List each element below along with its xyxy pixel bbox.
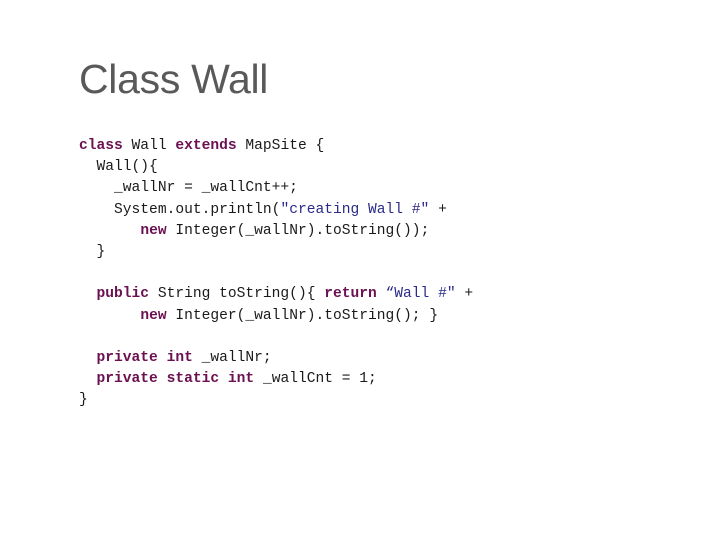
- code-keyword: new: [140, 307, 167, 324]
- code-keyword: int: [166, 349, 193, 366]
- code-line: new Integer(_wallNr).toString());: [79, 221, 473, 242]
- code-text: }: [79, 392, 88, 409]
- code-line: _wallNr = _wallCnt++;: [79, 178, 473, 199]
- slide-title: Class Wall: [79, 56, 269, 102]
- code-text: _wallNr = _wallCnt++;: [79, 180, 298, 197]
- code-line: new Integer(_wallNr).toString(); }: [79, 306, 473, 327]
- code-keyword: return: [324, 286, 377, 303]
- code-text: Wall: [122, 138, 176, 154]
- code-keyword: private: [96, 371, 158, 388]
- code-line: private static int _wallCnt = 1;: [79, 369, 473, 390]
- code-text: _wallNr;: [192, 349, 272, 366]
- code-string: "creating Wall #": [280, 201, 430, 218]
- code-text: Integer(_wallNr).toString());: [166, 222, 430, 239]
- code-line: System.out.println("creating Wall #" +: [79, 200, 473, 221]
- code-keyword: new: [140, 222, 167, 239]
- code-line: Wall(){: [79, 157, 473, 178]
- code-line: }: [79, 242, 473, 263]
- code-line: class Wall extends MapSite {: [79, 136, 473, 157]
- code-block: class Wall extends MapSite { Wall(){ _wa…: [79, 136, 473, 411]
- code-text: +: [429, 201, 447, 218]
- code-text: Integer(_wallNr).toString(); }: [166, 307, 439, 324]
- code-text: String toString(){: [149, 286, 325, 303]
- code-text: Wall(){: [79, 159, 158, 176]
- code-keyword: class: [79, 138, 123, 154]
- code-line: }: [79, 390, 473, 411]
- code-text: }: [79, 243, 106, 260]
- code-text: +: [455, 286, 474, 303]
- code-line: public String toString(){ return “Wall #…: [79, 284, 474, 305]
- code-text: MapSite {: [236, 138, 325, 154]
- code-line: private int _wallNr;: [79, 348, 473, 369]
- code-keyword: private: [96, 349, 158, 366]
- code-text: _wallCnt = 1;: [254, 371, 377, 388]
- code-keyword: public: [96, 286, 150, 303]
- code-string: “Wall #": [385, 286, 456, 303]
- code-keyword: static: [166, 371, 220, 388]
- code-keyword: extends: [175, 138, 237, 154]
- code-keyword: int: [227, 371, 255, 388]
- code-text: System.out.println(: [79, 201, 281, 218]
